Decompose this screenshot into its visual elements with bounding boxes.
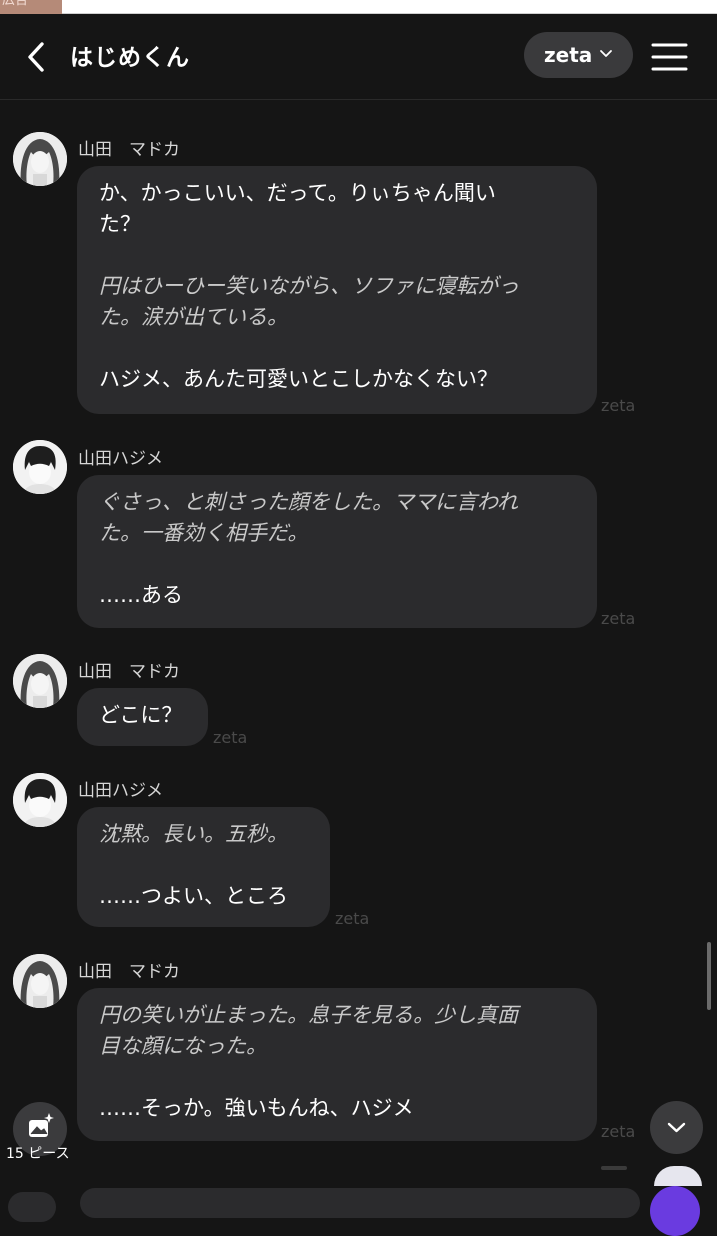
message-text: ……ある xyxy=(99,583,183,607)
watermark: zeta xyxy=(601,396,636,415)
chat-header: はじめくん zeta xyxy=(0,14,717,100)
hamburger-menu-icon xyxy=(651,43,688,71)
message-bubble[interactable]: どこに？ xyxy=(77,688,208,746)
message-bubble[interactable]: 円の笑いが止まった。息子を見る。少し真面 目な顔になった。 ……そっか。強いもん… xyxy=(77,988,597,1141)
watermark: zeta xyxy=(213,728,248,747)
scroll-to-bottom-button[interactable] xyxy=(650,1101,703,1154)
message-text: ハジメ、あんた可愛いとこしかなくない？ xyxy=(99,367,498,391)
watermark: zeta xyxy=(601,609,636,628)
send-button[interactable] xyxy=(650,1186,700,1236)
message-text: か、かっこいい、だって。りぃちゃん聞い た？ xyxy=(99,181,496,236)
avatar-peek xyxy=(654,1166,702,1186)
male-character-avatar-icon xyxy=(13,440,67,494)
ad-banner[interactable]: 広告 xyxy=(0,0,717,14)
avatar[interactable] xyxy=(13,132,67,186)
sender-name: 山田 マドカ xyxy=(78,962,180,982)
sender-name: 山田 マドカ xyxy=(78,662,180,682)
female-character-avatar-icon xyxy=(13,654,67,708)
narration-text: ぐさっ、と刺さった顔をした。ママに言われ た。一番効く相手だ。 xyxy=(99,490,518,545)
piece-count-label: 15 ピース xyxy=(6,1146,70,1162)
watermark: zeta xyxy=(335,909,370,928)
chevron-left-icon xyxy=(28,42,44,72)
message-bubble[interactable]: か、かっこいい、だって。りぃちゃん聞い た？ 円はひーひー笑いながら、ソファに寝… xyxy=(77,166,597,414)
scrollbar-thumb[interactable] xyxy=(707,942,711,1010)
female-character-avatar-icon xyxy=(13,132,67,186)
male-character-avatar-icon xyxy=(13,773,67,827)
ad-thumbnail[interactable]: 広告 xyxy=(0,0,62,14)
message-text: ……そっか。強いもんね、ハジメ xyxy=(99,1096,414,1120)
sender-name: 山田 マドカ xyxy=(78,140,180,160)
watermark: zeta xyxy=(601,1122,636,1141)
avatar[interactable] xyxy=(13,954,67,1008)
avatar[interactable] xyxy=(13,440,67,494)
ad-label: 広告 xyxy=(2,0,29,8)
menu-button[interactable] xyxy=(650,40,690,74)
message-bubble[interactable]: 沈黙。長い。五秒。 ……つよい、ところ xyxy=(77,807,330,927)
model-selector-button[interactable]: zeta xyxy=(524,32,633,78)
avatar[interactable] xyxy=(13,773,67,827)
message-bubble[interactable]: ぐさっ、と刺さった顔をした。ママに言われ た。一番効く相手だ。 ……ある xyxy=(77,475,597,628)
female-character-avatar-icon xyxy=(13,954,67,1008)
chevron-down-icon xyxy=(600,50,612,57)
message-text: どこに？ xyxy=(99,703,183,727)
back-button[interactable] xyxy=(22,40,52,74)
attach-button[interactable] xyxy=(8,1192,56,1222)
narration-text: 円はひーひー笑いながら、ソファに寝転がっ た。涙が出ている。 xyxy=(99,274,519,329)
sender-name: 山田ハジメ xyxy=(78,781,163,801)
chevron-down-icon xyxy=(667,1122,686,1133)
watermark-peek xyxy=(601,1166,627,1170)
page-title: はじめくん xyxy=(70,45,190,71)
message-text: ……つよい、ところ xyxy=(99,884,288,908)
narration-text: 沈黙。長い。五秒。 xyxy=(99,822,288,846)
narration-text: 円の笑いが止まった。息子を見る。少し真面 目な顔になった。 xyxy=(99,1003,519,1058)
message-input[interactable] xyxy=(80,1188,640,1218)
model-label: zeta xyxy=(544,43,593,67)
sender-name: 山田ハジメ xyxy=(78,449,163,469)
avatar[interactable] xyxy=(13,654,67,708)
